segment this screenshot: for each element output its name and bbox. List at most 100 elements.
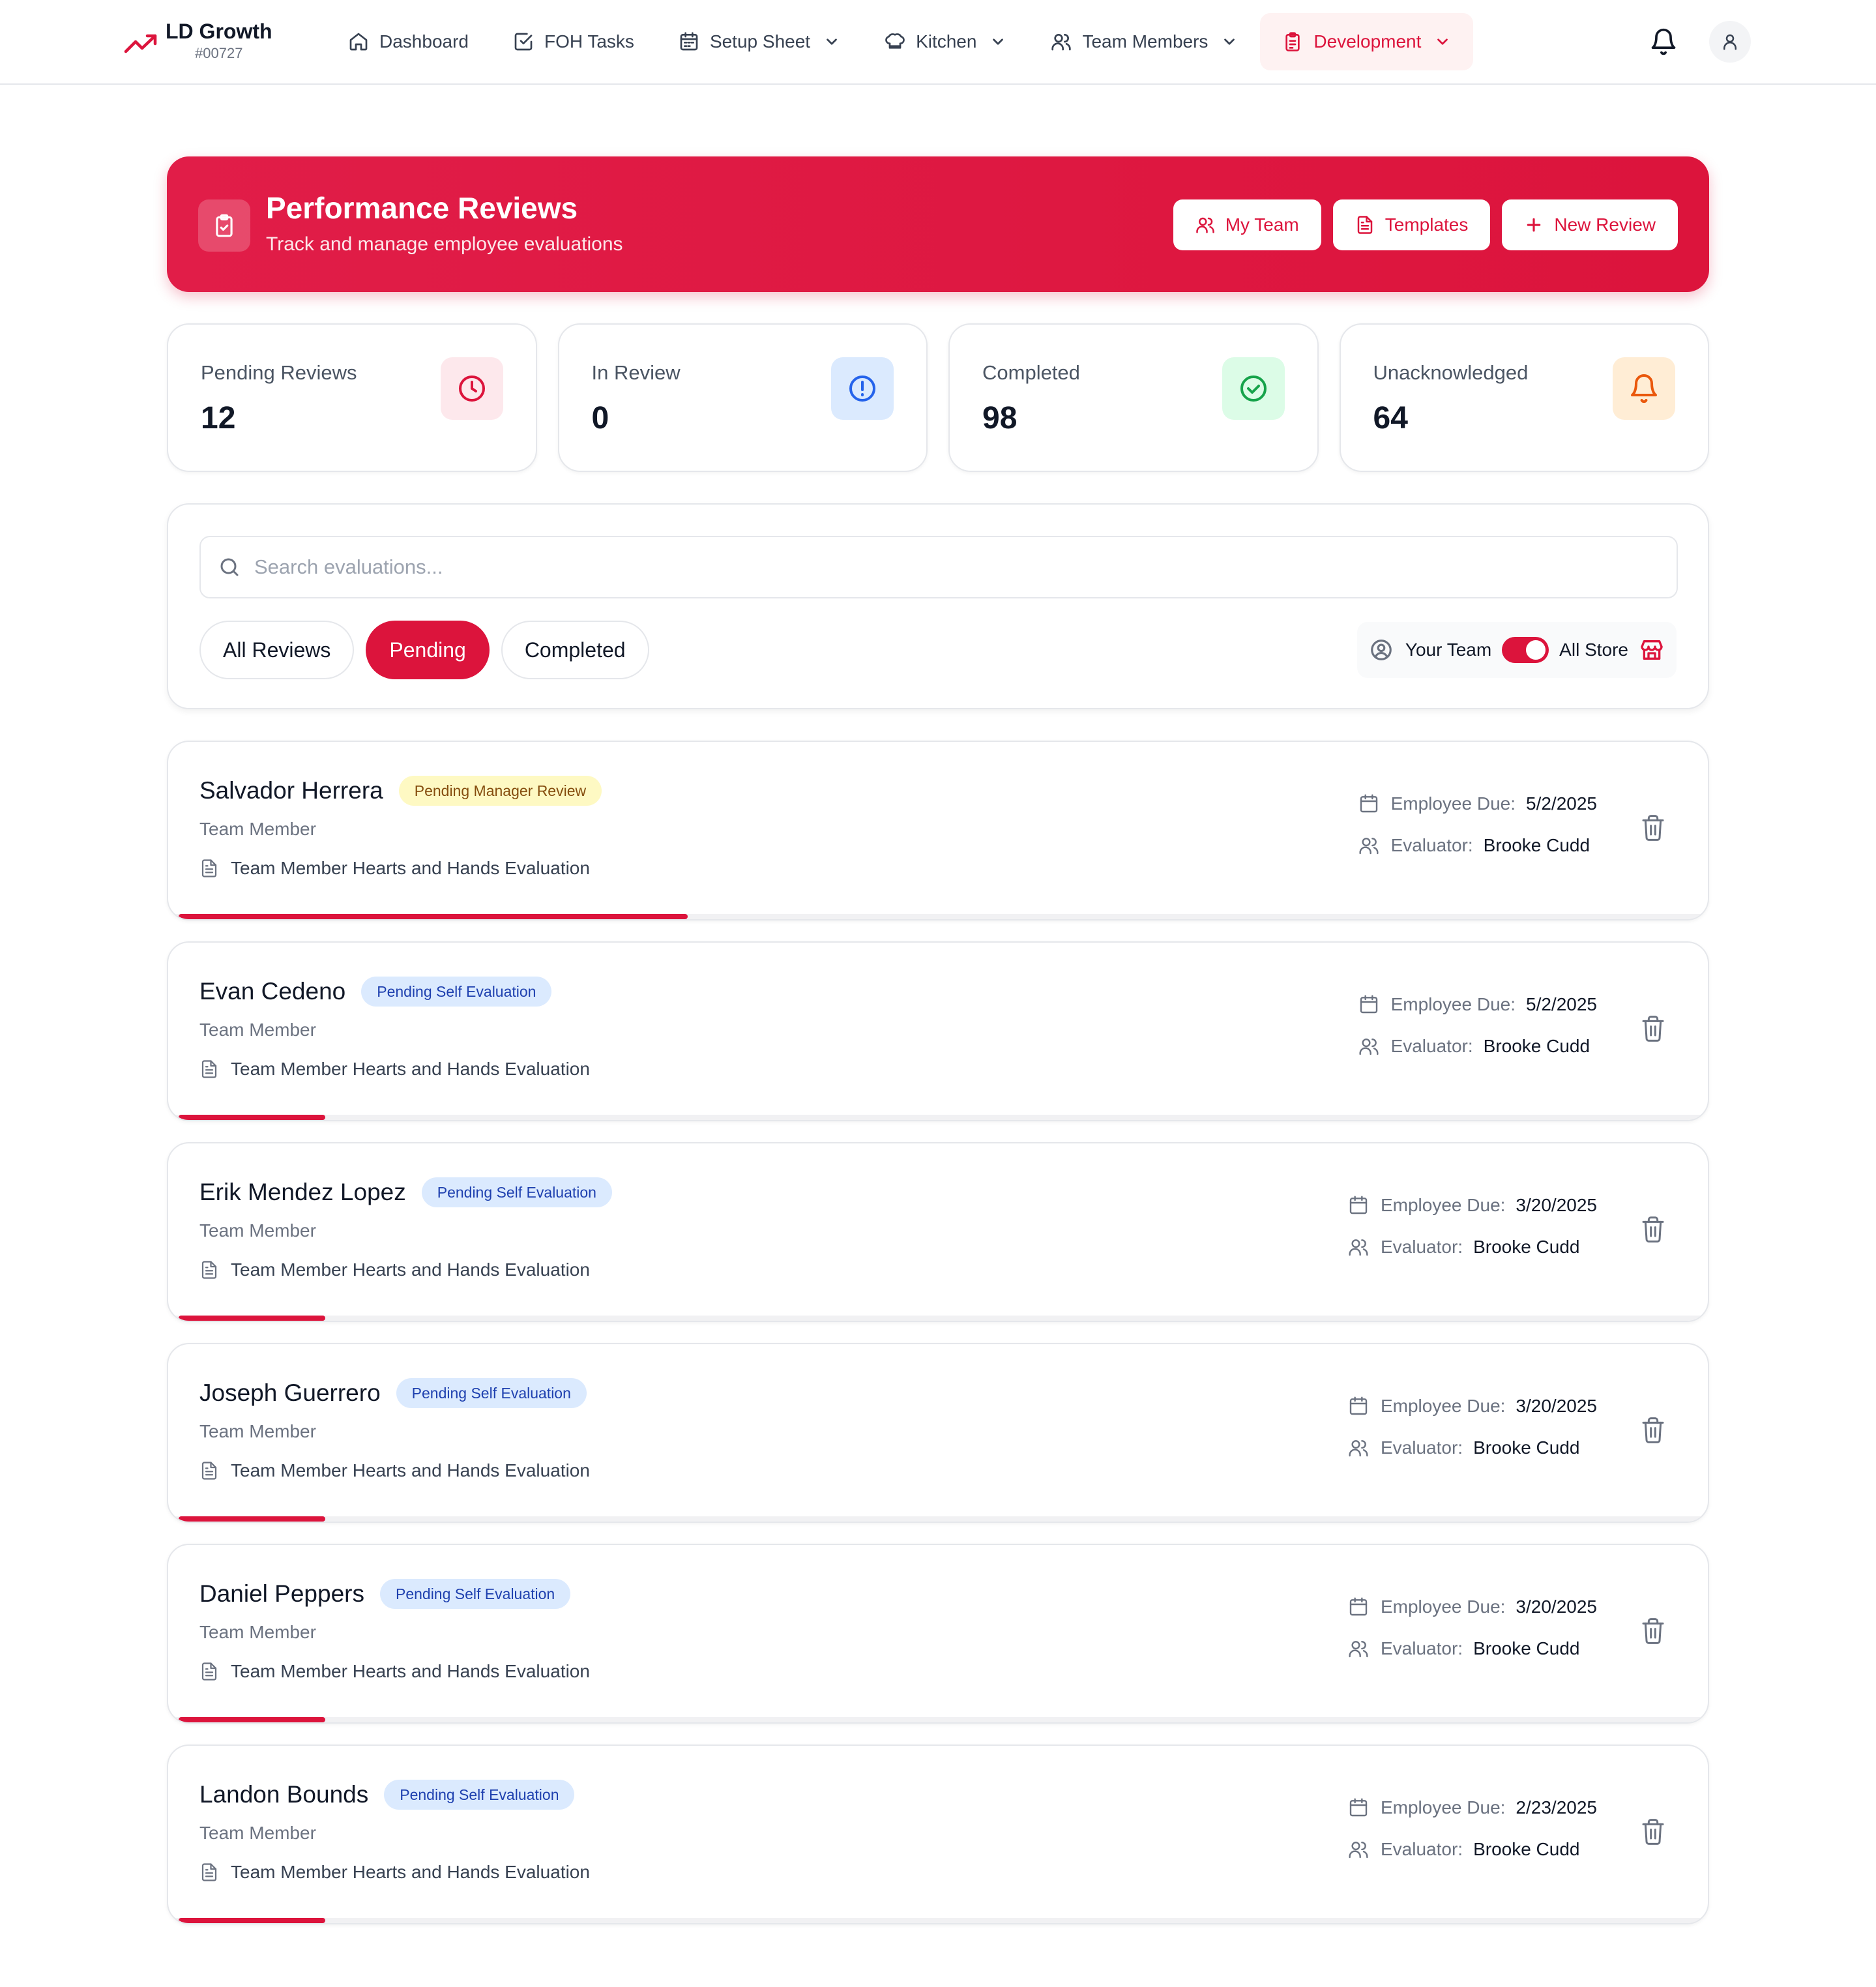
- review-progress-bar: [168, 1115, 1708, 1120]
- employee-due-date: 3/20/2025: [1516, 1195, 1597, 1215]
- scope-toggle[interactable]: [1502, 637, 1549, 663]
- stats-row: Pending Reviews 12 In Review 0 Completed…: [167, 323, 1709, 472]
- clipboard-icon: [1285, 32, 1300, 52]
- review-card[interactable]: Erik Mendez Lopez Pending Self Evaluatio…: [167, 1142, 1709, 1322]
- employee-name[interactable]: Evan Cedeno: [199, 978, 345, 1005]
- users-icon: [1359, 1038, 1379, 1055]
- review-card[interactable]: Evan Cedeno Pending Self Evaluation Team…: [167, 941, 1709, 1121]
- employee-role: Team Member: [199, 1622, 316, 1642]
- stat-unacknowledged[interactable]: Unacknowledged 64: [1339, 323, 1709, 472]
- employee-due-label: Employee Due:: [1380, 1396, 1506, 1416]
- status-badge: Pending Manager Review: [398, 776, 602, 806]
- employee-name[interactable]: Erik Mendez Lopez: [199, 1179, 406, 1206]
- status-badge: Pending Self Evaluation: [396, 1378, 587, 1408]
- evaluator-name: Brooke Cudd: [1473, 1437, 1580, 1458]
- stat-value: 0: [591, 401, 609, 435]
- delete-trash-icon[interactable]: [1640, 1014, 1666, 1043]
- users-icon: [1349, 1440, 1368, 1457]
- review-meta: Employee Due: 3/20/2025 Evaluator: Brook…: [1348, 1596, 1597, 1660]
- review-card[interactable]: Joseph Guerrero Pending Self Evaluation …: [167, 1343, 1709, 1523]
- stat-completed[interactable]: Completed 98: [948, 323, 1319, 472]
- search-box[interactable]: [199, 536, 1678, 598]
- review-card-header: Salvador Herrera Pending Manager Review: [199, 776, 602, 806]
- stat-pending-reviews[interactable]: Pending Reviews 12: [167, 323, 537, 472]
- tab-completed[interactable]: Completed: [501, 621, 649, 679]
- employee-name[interactable]: Joseph Guerrero: [199, 1379, 381, 1407]
- nav-development[interactable]: Development: [1260, 13, 1474, 70]
- your-team-label: Your Team: [1405, 640, 1492, 660]
- employee-due: Employee Due: 5/2/2025: [1358, 994, 1597, 1016]
- chevron-down-icon: [1437, 38, 1448, 45]
- user-circle-icon: [1371, 640, 1392, 660]
- employee-name[interactable]: Daniel Peppers: [199, 1580, 364, 1608]
- templates-button[interactable]: Templates: [1332, 199, 1491, 250]
- filter-panel: All Reviews Pending Completed Your Team …: [167, 503, 1709, 709]
- notifications-bell-icon[interactable]: [1649, 27, 1678, 56]
- store-icon: [1641, 640, 1663, 660]
- employee-due-date: 3/20/2025: [1516, 1396, 1597, 1416]
- file-text-icon: [201, 1060, 217, 1078]
- header-actions: My Team Templates New Review: [1173, 199, 1678, 250]
- tab-pending[interactable]: Pending: [366, 621, 490, 679]
- template-name: Team Member Hearts and Hands Evaluation: [231, 1259, 590, 1280]
- new-review-button[interactable]: New Review: [1502, 199, 1678, 250]
- delete-trash-icon[interactable]: [1640, 1818, 1666, 1846]
- status-tabs: All Reviews Pending Completed: [199, 621, 649, 679]
- review-card[interactable]: Landon Bounds Pending Self Evaluation Te…: [167, 1744, 1709, 1924]
- employee-role: Team Member: [199, 1220, 316, 1241]
- nav-setup-sheet[interactable]: Setup Sheet: [656, 13, 862, 70]
- stat-in-review[interactable]: In Review 0: [557, 323, 928, 472]
- evaluation-template: Team Member Hearts and Hands Evaluation: [199, 1460, 590, 1481]
- template-name: Team Member Hearts and Hands Evaluation: [231, 858, 590, 878]
- brand[interactable]: LD Growth #00727: [124, 18, 272, 63]
- employee-due-label: Employee Due:: [1390, 994, 1516, 1014]
- page-title: Performance Reviews: [266, 191, 578, 225]
- nav-development-label: Development: [1313, 31, 1422, 52]
- delete-trash-icon[interactable]: [1640, 1416, 1666, 1445]
- employee-role: Team Member: [199, 819, 316, 839]
- employee-name[interactable]: Landon Bounds: [199, 1781, 368, 1808]
- my-team-button[interactable]: My Team: [1173, 199, 1321, 250]
- file-text-icon: [201, 859, 217, 877]
- evaluation-template: Team Member Hearts and Hands Evaluation: [199, 1661, 590, 1682]
- review-progress-fill: [179, 1316, 325, 1321]
- nav-kitchen[interactable]: Kitchen: [862, 13, 1029, 70]
- store-number: #00727: [195, 45, 243, 61]
- nav-foh-tasks[interactable]: FOH Tasks: [491, 13, 656, 70]
- calendar-icon: [1349, 1396, 1368, 1415]
- evaluator: Evaluator: Brooke Cudd: [1348, 1838, 1597, 1861]
- stat-label: Pending Reviews: [201, 361, 357, 384]
- stat-value: 12: [201, 401, 236, 435]
- template-name: Team Member Hearts and Hands Evaluation: [231, 1460, 590, 1480]
- employee-name[interactable]: Salvador Herrera: [199, 777, 383, 804]
- evaluator-label: Evaluator:: [1390, 835, 1473, 855]
- chevron-down-icon: [827, 38, 837, 45]
- evaluator-name: Brooke Cudd: [1473, 1638, 1580, 1658]
- nav-team-members[interactable]: Team Members: [1029, 13, 1260, 70]
- plus-icon: [1527, 218, 1541, 232]
- template-name: Team Member Hearts and Hands Evaluation: [231, 1661, 590, 1681]
- delete-trash-icon[interactable]: [1640, 814, 1666, 842]
- evaluator: Evaluator: Brooke Cudd: [1358, 1035, 1597, 1057]
- nav-team-members-label: Team Members: [1082, 31, 1209, 52]
- evaluation-template: Team Member Hearts and Hands Evaluation: [199, 1059, 590, 1080]
- nav-foh-tasks-label: FOH Tasks: [544, 31, 634, 52]
- nav-dashboard[interactable]: Dashboard: [326, 13, 491, 70]
- evaluator: Evaluator: Brooke Cudd: [1348, 1437, 1597, 1459]
- user-avatar[interactable]: [1709, 21, 1751, 63]
- my-team-label: My Team: [1225, 214, 1299, 235]
- file-text-icon: [201, 1662, 217, 1681]
- stat-label: Unacknowledged: [1373, 361, 1529, 384]
- file-text-icon: [1357, 216, 1373, 234]
- tab-all-reviews[interactable]: All Reviews: [199, 621, 355, 679]
- search-input[interactable]: [254, 555, 1623, 579]
- delete-trash-icon[interactable]: [1640, 1215, 1666, 1244]
- evaluator-name: Brooke Cudd: [1483, 835, 1590, 855]
- review-card[interactable]: Daniel Peppers Pending Self Evaluation T…: [167, 1544, 1709, 1724]
- review-card[interactable]: Salvador Herrera Pending Manager Review …: [167, 741, 1709, 920]
- delete-trash-icon[interactable]: [1640, 1617, 1666, 1645]
- evaluator-name: Brooke Cudd: [1473, 1237, 1580, 1257]
- trending-up-icon: [124, 34, 157, 53]
- evaluator-name: Brooke Cudd: [1483, 1036, 1590, 1056]
- evaluation-template: Team Member Hearts and Hands Evaluation: [199, 858, 590, 879]
